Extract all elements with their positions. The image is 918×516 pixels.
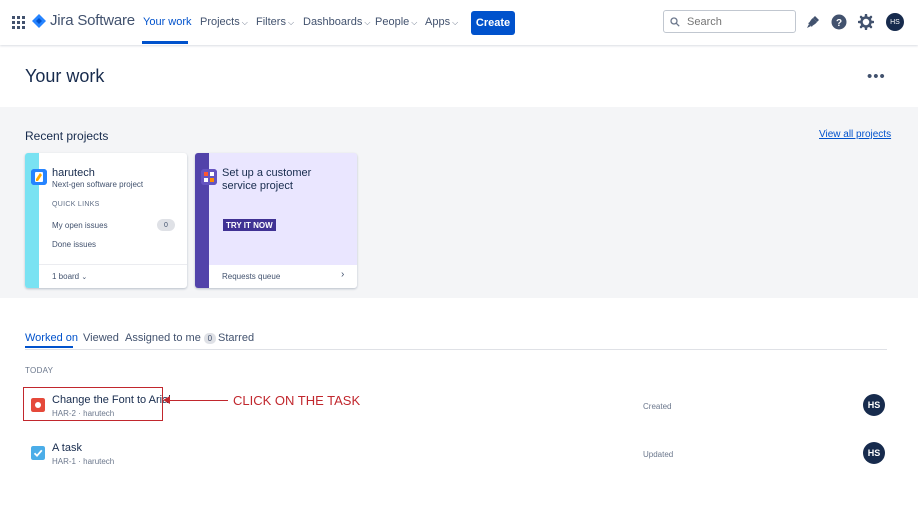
task-row-har-1[interactable]: A task HAR-1 · harutech Updated HS xyxy=(25,437,887,473)
tab-starred[interactable]: Starred xyxy=(218,332,254,344)
more-actions-button[interactable]: ••• xyxy=(867,68,886,85)
promo-title: Set up a customer service project xyxy=(222,167,312,192)
search-input[interactable] xyxy=(685,14,789,29)
annotation-highlight-box xyxy=(23,387,163,421)
create-button[interactable]: Create xyxy=(471,11,515,35)
annotation-callout: CLICK ON THE TASK xyxy=(233,393,361,408)
jira-diamond-icon xyxy=(32,13,46,28)
assigned-count-badge: 0 xyxy=(203,333,216,344)
annotation-arrow-head xyxy=(163,396,170,404)
service-project-icon xyxy=(201,169,217,185)
notifications-icon[interactable] xyxy=(805,14,821,30)
task-meta: HAR-1 · harutech xyxy=(52,457,115,466)
nav-people[interactable]: People ⌵ xyxy=(375,16,417,28)
assignee-avatar[interactable]: HS xyxy=(863,394,885,416)
task-status: Updated xyxy=(643,450,674,459)
chevron-right-icon: › xyxy=(341,269,345,280)
search-icon xyxy=(670,16,680,27)
jira-logo[interactable]: Jira Software xyxy=(32,12,135,29)
nav-active-indicator xyxy=(142,41,188,44)
svg-text:?: ? xyxy=(836,18,842,29)
chevron-down-icon: ⌵ xyxy=(411,18,418,27)
chevron-down-icon: ⌵ xyxy=(364,18,371,27)
customer-service-promo-card[interactable]: Set up a customer service project TRY IT… xyxy=(195,153,357,288)
project-avatar-icon xyxy=(31,169,47,185)
task-check-icon xyxy=(31,446,45,460)
page-title: Your work xyxy=(25,66,105,86)
tab-assigned-to-me[interactable]: Assigned to me 0 xyxy=(125,332,216,344)
nav-projects[interactable]: Projects ⌵ xyxy=(200,16,248,28)
nav-filters[interactable]: Filters ⌵ xyxy=(256,16,294,28)
tabs-divider xyxy=(25,349,887,350)
project-card-harutech[interactable]: harutech Next-gen software project QUICK… xyxy=(25,153,187,288)
task-status: Created xyxy=(643,402,672,411)
view-all-projects-link[interactable]: View all projects xyxy=(819,129,891,140)
nav-your-work[interactable]: Your work xyxy=(143,16,192,28)
project-name[interactable]: harutech xyxy=(52,167,95,179)
user-avatar[interactable]: HS xyxy=(886,13,904,31)
task-title[interactable]: A task xyxy=(52,442,82,454)
board-dropdown[interactable]: 1 board ⌄ xyxy=(52,272,87,281)
product-name: Jira Software xyxy=(50,12,135,29)
chevron-down-icon: ⌄ xyxy=(81,274,88,281)
settings-icon[interactable] xyxy=(858,14,874,30)
try-it-now-button[interactable]: TRY IT NOW xyxy=(223,219,276,231)
chevron-down-icon: ⌵ xyxy=(287,18,295,27)
tab-active-indicator xyxy=(25,346,73,348)
section-label-today: TODAY xyxy=(25,366,54,375)
top-navigation: Jira Software Your work Projects ⌵ Filter… xyxy=(0,0,918,45)
assignee-avatar[interactable]: HS xyxy=(863,442,885,464)
work-tabs: Worked on Viewed Assigned to me 0 Starred xyxy=(25,332,887,350)
apps-grid-icon[interactable] xyxy=(12,16,25,29)
annotation-arrow-line xyxy=(170,400,228,401)
nav-apps[interactable]: Apps ⌵ xyxy=(425,16,458,28)
done-issues-link[interactable]: Done issues xyxy=(52,240,96,249)
open-issues-count: 0 xyxy=(157,219,175,231)
card-divider xyxy=(39,264,187,265)
tab-worked-on[interactable]: Worked on xyxy=(25,332,78,344)
help-icon[interactable]: ? xyxy=(831,14,847,30)
promo-card-footer[interactable]: Requests queue › xyxy=(209,265,357,288)
requests-queue-link[interactable]: Requests queue xyxy=(222,272,280,281)
recent-projects-heading: Recent projects xyxy=(25,129,109,143)
search-box[interactable] xyxy=(663,10,796,33)
quick-links-label: QUICK LINKS xyxy=(52,201,100,208)
tab-viewed[interactable]: Viewed xyxy=(83,332,119,344)
chevron-down-icon: ⌵ xyxy=(241,18,248,27)
my-open-issues-link[interactable]: My open issues xyxy=(52,221,108,230)
chevron-down-icon: ⌵ xyxy=(452,18,459,27)
nav-dashboards[interactable]: Dashboards ⌵ xyxy=(303,16,370,28)
project-type: Next-gen software project xyxy=(52,180,144,189)
